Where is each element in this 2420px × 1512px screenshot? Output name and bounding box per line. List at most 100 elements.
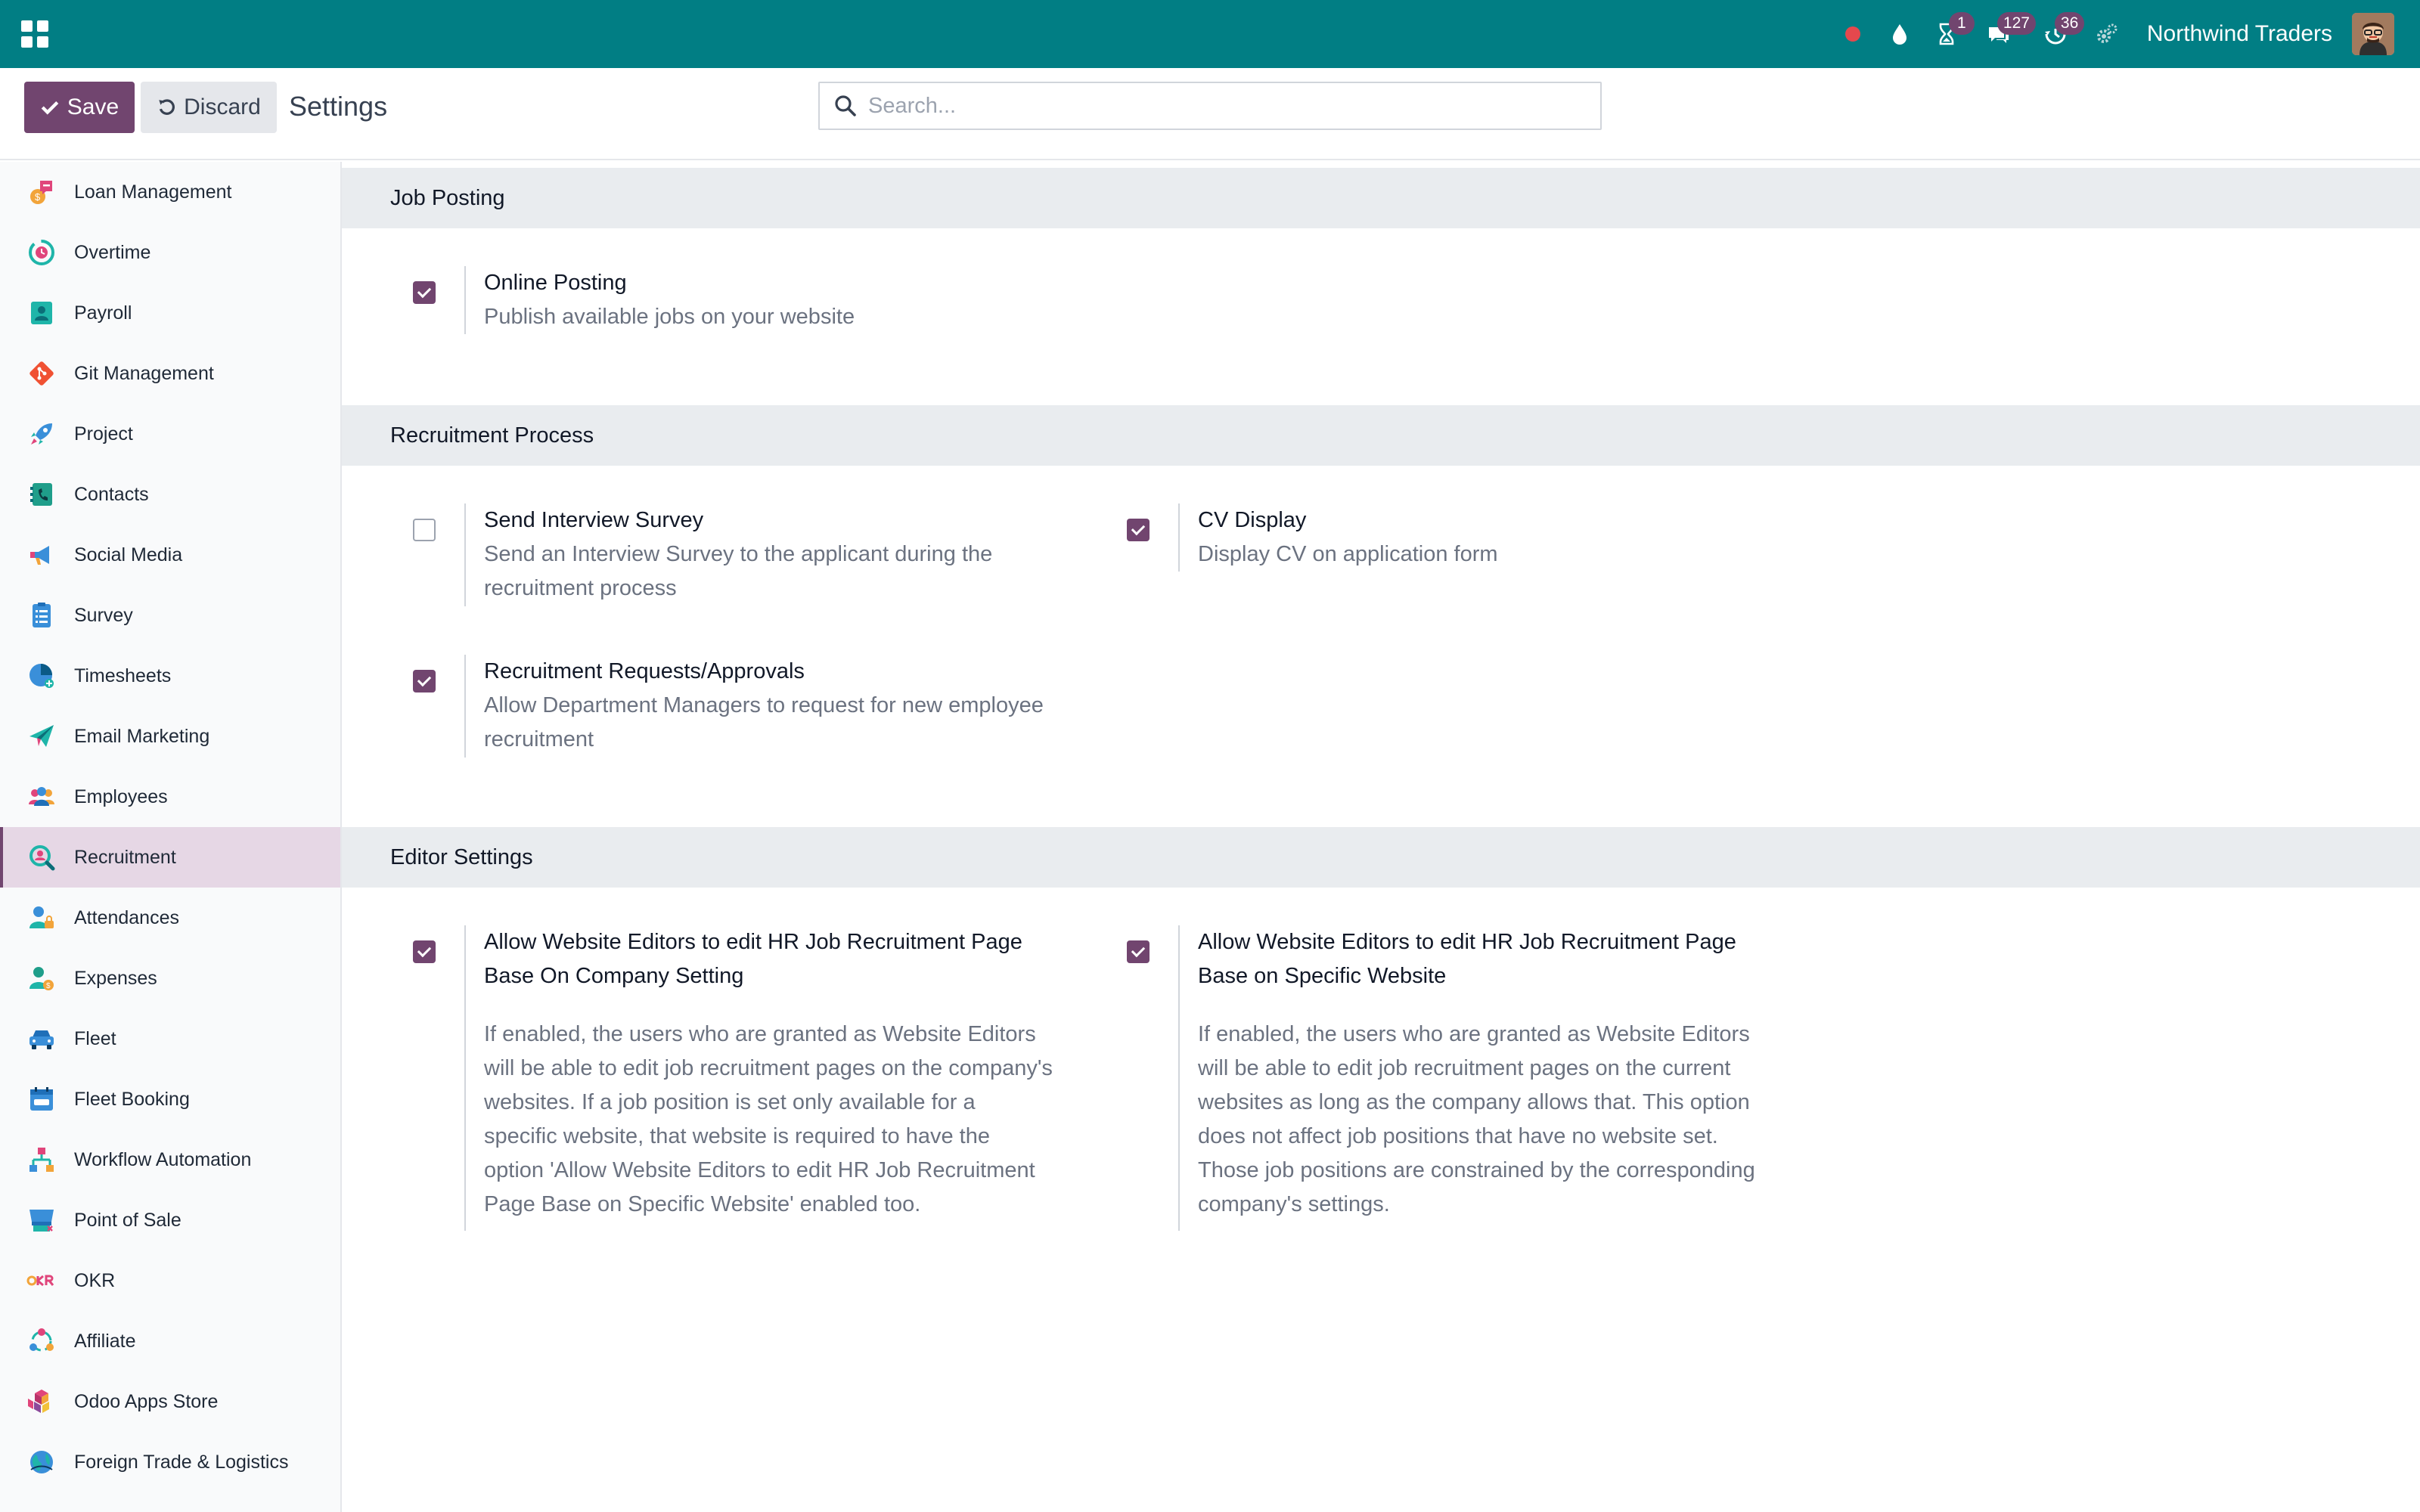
setting-divider (1178, 925, 1180, 1231)
svg-text:$: $ (35, 191, 41, 203)
sidebar-item-foreign-trade[interactable]: Foreign Trade & Logistics (0, 1432, 340, 1492)
messages-chat-icon[interactable]: 127 (1970, 0, 2036, 68)
attendances-icon (26, 902, 57, 934)
loan-icon: $ (26, 176, 57, 208)
sidebar-item-fleet[interactable]: Fleet (0, 1009, 340, 1069)
discard-button-label: Discard (184, 94, 261, 119)
droplet-icon[interactable] (1876, 0, 1923, 68)
sidebar-item-contacts[interactable]: Contacts (0, 464, 340, 525)
save-button[interactable]: Save (24, 82, 135, 133)
setting-title: Allow Website Editors to edit HR Job Rec… (1198, 930, 1736, 954)
setting-description: If enabled, the users who are granted as… (484, 1022, 1036, 1046)
setting-title: Allow Website Editors to edit HR Job Rec… (484, 930, 1022, 954)
search-input[interactable] (868, 93, 1579, 119)
timesheet-clock-icon[interactable]: 36 (2028, 0, 2085, 68)
sidebar-item-attendances[interactable]: Attendances (0, 888, 340, 948)
setting-description: recruitment (484, 727, 594, 751)
settings-search[interactable] (818, 82, 1602, 130)
interview-survey-checkbox[interactable] (413, 519, 436, 541)
setting-description: option 'Allow Website Editors to edit HR… (484, 1158, 1035, 1182)
setting-text: Online Posting Publish available jobs on… (484, 266, 1089, 334)
sidebar-item-payroll[interactable]: Payroll (0, 283, 340, 343)
setting-divider (1178, 503, 1180, 572)
contacts-icon (26, 479, 57, 510)
settings-gears-icon[interactable] (2083, 0, 2130, 68)
setting-text: CV Display Display CV on application for… (1198, 503, 1803, 572)
sidebar-item-social-media[interactable]: Social Media (0, 525, 340, 585)
timesheets-icon (26, 660, 57, 692)
section-header-recruitment-process: Recruitment Process (342, 405, 2420, 466)
car-icon (26, 1023, 57, 1055)
setting-description: websites as long as the company allows t… (1198, 1090, 1750, 1114)
setting-description: Send an Interview Survey to the applican… (484, 542, 993, 566)
setting-description: Page Base on Specific Website' enabled t… (484, 1192, 921, 1216)
sidebar-item-fleet-booking[interactable]: Fleet Booking (0, 1069, 340, 1129)
setting-text: Allow Website Editors to edit HR Job Rec… (1198, 925, 1803, 1222)
sidebar-item-point-of-sale[interactable]: Point of Sale (0, 1190, 340, 1250)
sidebar-item-expenses[interactable]: $ Expenses (0, 948, 340, 1009)
sidebar-item-overtime[interactable]: Overtime (0, 222, 340, 283)
sidebar-item-affiliate[interactable]: Affiliate (0, 1311, 340, 1371)
recruitment-requests-checkbox[interactable] (413, 670, 436, 692)
affiliate-icon (26, 1325, 57, 1357)
setting-title: CV Display (1198, 508, 1307, 532)
editor-website-checkbox[interactable] (1127, 940, 1150, 963)
setting-text: Send Interview Survey Send an Interview … (484, 503, 1089, 606)
apps-menu-icon[interactable] (21, 20, 48, 48)
setting-divider (464, 655, 466, 758)
sidebar-item-project[interactable]: Project (0, 404, 340, 464)
top-navbar: 1 127 36 Northwind Traders (0, 0, 2420, 68)
setting-description: specific website, that website is requir… (484, 1124, 990, 1148)
sidebar-item-okr[interactable]: OKR (0, 1250, 340, 1311)
employees-icon (26, 781, 57, 813)
sidebar-item-odoo-apps-store[interactable]: Odoo Apps Store (0, 1371, 340, 1432)
sidebar-item-survey[interactable]: Survey (0, 585, 340, 646)
record-dot-icon[interactable] (1829, 0, 1876, 68)
setting-description: will be able to edit job recruitment pag… (1198, 1056, 1731, 1080)
fleet-booking-icon (26, 1083, 57, 1115)
globe-icon (26, 1446, 57, 1478)
apps-store-icon (26, 1386, 57, 1418)
sidebar-item-loan-management[interactable]: $ Loan Management (0, 162, 340, 222)
search-icon (835, 95, 856, 116)
overtime-icon (26, 237, 57, 268)
setting-description: If enabled, the users who are granted as… (1198, 1022, 1750, 1046)
setting-divider (464, 925, 466, 1231)
setting-title: Online Posting (484, 271, 627, 295)
setting-description: does not affect job positions that have … (1198, 1124, 1718, 1148)
sidebar-item-workflow-automation[interactable]: Workflow Automation (0, 1129, 340, 1190)
setting-description: Allow Department Managers to request for… (484, 693, 1044, 717)
setting-text: Allow Website Editors to edit HR Job Rec… (484, 925, 1089, 1222)
section-header-editor-settings: Editor Settings (342, 827, 2420, 888)
online-posting-checkbox[interactable] (413, 281, 436, 304)
sidebar-item-git-management[interactable]: Git Management (0, 343, 340, 404)
page-title: Settings (289, 91, 388, 122)
setting-description: recruitment process (484, 576, 677, 600)
setting-title: Base On Company Setting (484, 964, 744, 988)
setting-title: Recruitment Requests/Approvals (484, 659, 805, 683)
company-name[interactable]: Northwind Traders (2147, 21, 2332, 47)
setting-divider (464, 503, 466, 606)
sidebar-item-timesheets[interactable]: Timesheets (0, 646, 340, 706)
check-icon (41, 101, 59, 115)
setting-description: will be able to edit job recruitment pag… (484, 1056, 1053, 1080)
sidebar-item-email-marketing[interactable]: Email Marketing (0, 706, 340, 767)
sidebar-item-employees[interactable]: Employees (0, 767, 340, 827)
activity-hourglass-icon[interactable]: 1 (1923, 0, 1975, 68)
setting-description: company's settings. (1198, 1192, 1390, 1216)
editor-company-checkbox[interactable] (413, 940, 436, 963)
payroll-icon (26, 297, 57, 329)
section-header-job-posting: Job Posting (342, 168, 2420, 228)
discard-button[interactable]: Discard (141, 82, 277, 133)
pos-icon (26, 1204, 57, 1236)
setting-description: Display CV on application form (1198, 542, 1498, 566)
save-button-label: Save (67, 94, 119, 119)
cv-display-checkbox[interactable] (1127, 519, 1150, 541)
settings-app-sidebar: $ Loan Management Overtime Payroll Git M… (0, 162, 342, 1512)
undo-icon (159, 99, 175, 115)
timesheet-badge: 36 (2054, 12, 2085, 35)
survey-icon (26, 600, 57, 631)
setting-description: websites. If a job position is set only … (484, 1090, 976, 1114)
user-avatar[interactable] (2352, 13, 2394, 55)
sidebar-item-recruitment[interactable]: Recruitment (0, 827, 340, 888)
